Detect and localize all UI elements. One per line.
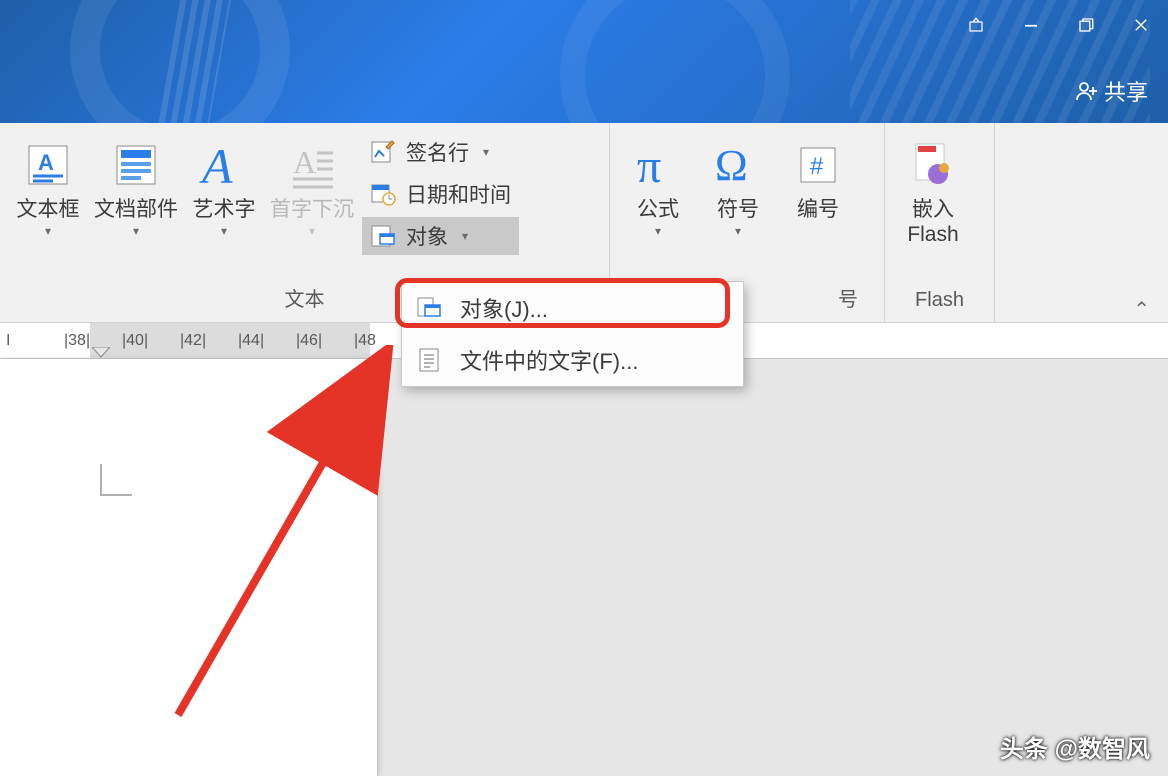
document-area: I |38| |40| |42| |44| |46| |48 [0, 323, 1168, 776]
document-page[interactable] [0, 359, 378, 776]
dropcap-icon: A [287, 135, 337, 195]
dropcap-label: 首字下沉 [270, 197, 354, 222]
flash-label-1: 嵌入 [912, 197, 954, 222]
ribbon-display-options-button[interactable] [948, 0, 1003, 50]
object-button[interactable]: 对象 ▾ [362, 217, 519, 255]
number-icon: # [793, 135, 843, 195]
ruler-tick: |40| [122, 332, 142, 350]
flash-icon [908, 135, 958, 195]
svg-text:A: A [38, 150, 54, 175]
chevron-down-icon: ▾ [735, 224, 741, 238]
ruler-tick: I [6, 332, 26, 350]
signature-icon [370, 139, 396, 165]
wordart-label: 艺术字 [193, 197, 256, 222]
share-button[interactable]: 共享 [1074, 75, 1148, 107]
chevron-down-icon: ▾ [655, 224, 661, 238]
signature-line-button[interactable]: 签名行 ▾ [362, 133, 519, 171]
ruler-tick: |46| [296, 332, 316, 350]
calendar-icon [370, 181, 396, 207]
dropcap-button[interactable]: A 首字下沉 ▾ [264, 129, 360, 238]
menu-item-file-label: 文件中的文字(F)... [460, 344, 638, 376]
object-icon [370, 223, 396, 249]
window-controls [948, 0, 1168, 50]
pi-icon: π [631, 135, 685, 195]
symbol-button[interactable]: Ω 符号 ▾ [698, 129, 778, 238]
ruler-ticks: I |38| |40| |42| |44| |46| |48 [0, 332, 374, 350]
svg-text:A: A [293, 144, 316, 180]
page-margin-corner [100, 464, 132, 496]
maximize-button[interactable] [1058, 0, 1113, 50]
quickparts-label: 文档部件 [94, 197, 178, 222]
textbox-icon: A [23, 135, 73, 195]
chevron-down-icon: ▾ [483, 145, 489, 159]
decor [155, 0, 235, 123]
number-button[interactable]: # 编号 [778, 129, 858, 222]
ruler-tick: |48 [354, 332, 374, 350]
share-label: 共享 [1104, 75, 1148, 107]
equation-button[interactable]: π 公式 ▾ [618, 129, 698, 238]
flash-label-2: Flash [907, 222, 958, 247]
indent-marker-icon[interactable] [92, 347, 110, 359]
chevron-down-icon: ▾ [133, 224, 139, 238]
svg-text:A: A [199, 138, 233, 193]
insert-flash-button[interactable]: 嵌入 Flash [893, 129, 973, 247]
menu-item-object-label: 对象(J)... [460, 292, 548, 324]
chevron-down-icon: ▾ [462, 229, 468, 243]
quickparts-icon [111, 135, 161, 195]
symbol-label: 符号 [717, 197, 759, 222]
chevron-down-icon: ▾ [221, 224, 227, 238]
datetime-button[interactable]: 日期和时间 [362, 175, 519, 213]
chevron-down-icon: ▾ [45, 224, 51, 238]
object-label: 对象 [406, 221, 448, 251]
signature-label: 签名行 [406, 137, 469, 167]
datetime-label: 日期和时间 [406, 179, 511, 209]
chevron-down-icon: ▾ [309, 224, 315, 238]
svg-text:#: # [810, 153, 824, 180]
file-text-icon [416, 347, 442, 373]
equation-label: 公式 [637, 197, 679, 222]
wordart-icon: A [198, 135, 250, 195]
omega-icon: Ω [711, 135, 765, 195]
ruler-tick: |42| [180, 332, 200, 350]
textbox-label: 文本框 [17, 197, 80, 222]
menu-item-text-from-file[interactable]: 文件中的文字(F)... [402, 334, 743, 386]
watermark: 头条 @数智风 [1000, 729, 1150, 764]
wordart-button[interactable]: A 艺术字 ▾ [184, 129, 264, 238]
menu-item-object[interactable]: 对象(J)... [402, 282, 743, 334]
close-button[interactable] [1113, 0, 1168, 50]
window-titlebar: 共享 [0, 0, 1168, 123]
svg-text:π: π [637, 140, 661, 192]
quickparts-button[interactable]: 文档部件 ▾ [88, 129, 184, 238]
collapse-ribbon-button[interactable]: ⌃ [1133, 297, 1150, 322]
ruler-tick: |44| [238, 332, 258, 350]
svg-text:Ω: Ω [715, 141, 748, 190]
object-dropdown-menu: 对象(J)... 文件中的文字(F)... [401, 281, 744, 387]
ruler-tick: |38| [64, 332, 84, 350]
group-label-flash: Flash [893, 283, 986, 322]
object-icon [416, 295, 442, 321]
minimize-button[interactable] [1003, 0, 1058, 50]
number-label: 编号 [797, 197, 839, 222]
textbox-button[interactable]: A 文本框 ▾ [8, 129, 88, 238]
